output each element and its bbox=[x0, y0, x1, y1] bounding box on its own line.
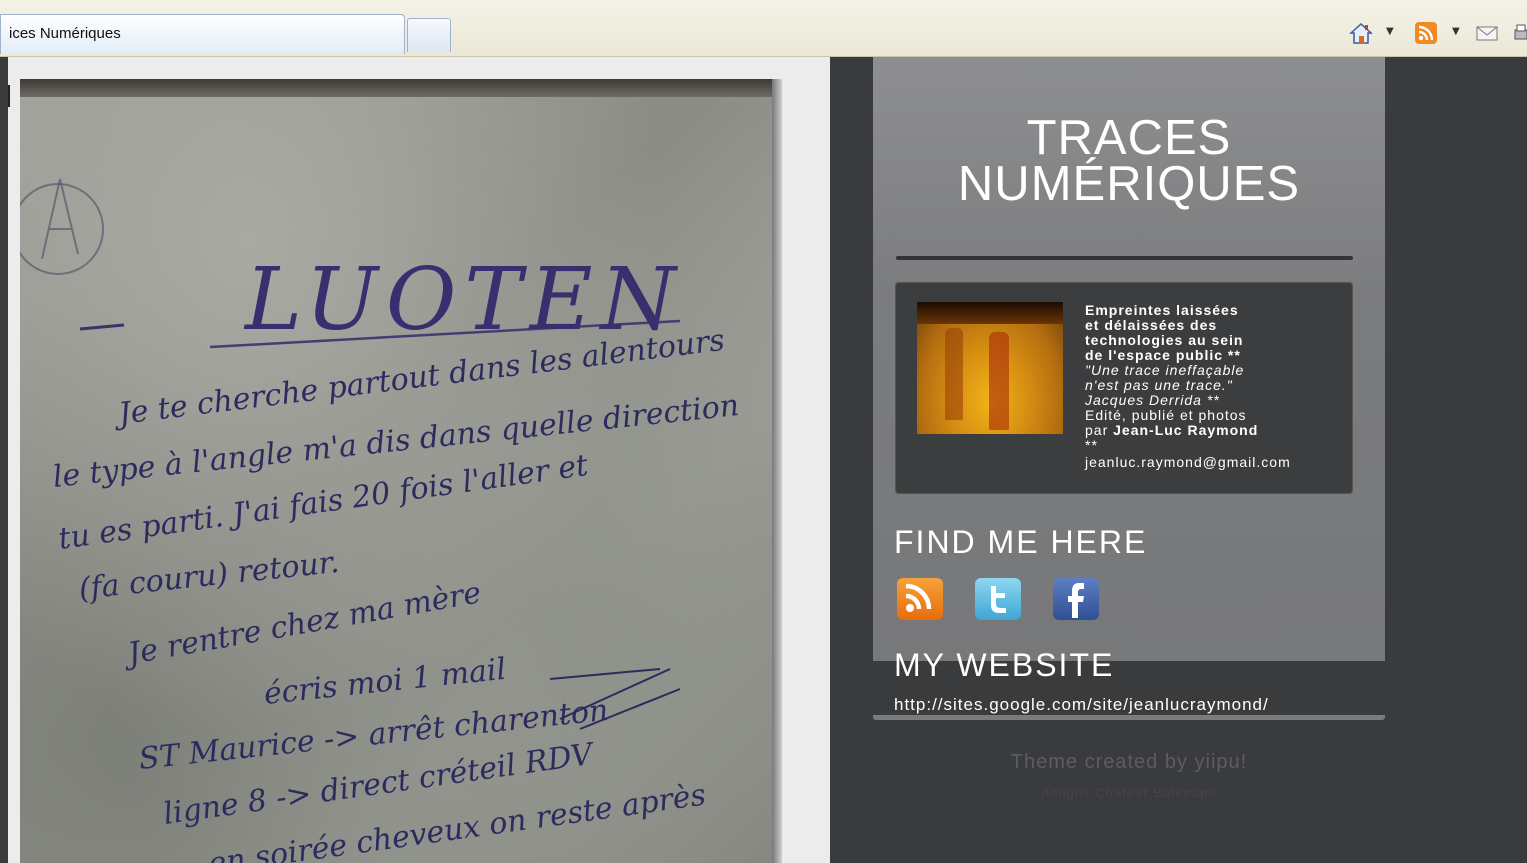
twitter-button[interactable] bbox=[975, 578, 1021, 620]
browser-tab-active[interactable]: ices Numériques bbox=[0, 14, 405, 54]
blog-title[interactable]: TRACES NUMÉRIQUES bbox=[873, 111, 1385, 211]
about-quote-author: Jacques Derrida ** bbox=[1085, 392, 1220, 408]
author-name: Jean-Luc Raymond bbox=[1113, 422, 1259, 438]
home-icon[interactable] bbox=[1348, 21, 1374, 45]
about-credit-author: par Jean-Luc Raymond bbox=[1085, 423, 1347, 438]
about-line: et délaissées des bbox=[1085, 317, 1218, 333]
title-divider bbox=[896, 256, 1353, 260]
find-me-heading: FIND ME HERE bbox=[894, 524, 1148, 560]
sidebar-region: TRACES NUMÉRIQUES Empreintes laissées et… bbox=[830, 57, 1527, 863]
feed-icon[interactable] bbox=[1414, 21, 1438, 45]
about-widget: Empreintes laissées et délaissées des te… bbox=[895, 282, 1353, 494]
about-text: Empreintes laissées et délaissées des te… bbox=[1085, 303, 1347, 470]
about-credit-prefix: par bbox=[1085, 422, 1114, 438]
twitter-icon bbox=[991, 586, 1006, 613]
about-quote: "Une trace ineffaçable bbox=[1085, 362, 1245, 378]
photo-sky bbox=[917, 302, 1063, 324]
about-stars: ** bbox=[1085, 437, 1098, 453]
facebook-button[interactable] bbox=[1053, 578, 1099, 620]
about-line: technologies au sein bbox=[1085, 332, 1244, 348]
tab-title: ices Numériques bbox=[9, 25, 121, 42]
post-photo[interactable]: LUOTEN Je te cherche partout dans les al… bbox=[20, 79, 782, 863]
theme-credit[interactable]: Theme created by yiipu! bbox=[873, 751, 1385, 774]
blog-title-line1: TRACES bbox=[1026, 111, 1232, 165]
sidebar-bottom-edge bbox=[873, 715, 1385, 720]
website-link[interactable]: http://sites.google.com/site/jeanlucraym… bbox=[894, 695, 1269, 715]
facebook-icon bbox=[1068, 583, 1084, 618]
about-line: Empreintes laissées bbox=[1085, 302, 1239, 318]
handwriting-drawing: LUOTEN Je te cherche partout dans les al… bbox=[20, 178, 741, 863]
author-email-link[interactable]: jeanluc.raymond@gmail.com bbox=[1085, 455, 1347, 470]
feed-dropdown-icon[interactable]: ▼ bbox=[1452, 26, 1464, 50]
author-shadow-photo bbox=[917, 302, 1063, 434]
mail-icon[interactable] bbox=[1476, 21, 1498, 45]
about-quote: n'est pas une trace." bbox=[1085, 377, 1233, 393]
about-credit: Edité, publié et photos bbox=[1085, 407, 1247, 423]
new-tab-button[interactable] bbox=[407, 18, 451, 52]
my-website-heading: MY WEBSITE bbox=[894, 647, 1115, 683]
browser-toolbar: ices Numériques ▼ ▼ bbox=[0, 0, 1527, 57]
photo-shadow-figure bbox=[989, 332, 1009, 430]
print-icon[interactable] bbox=[1513, 21, 1527, 45]
about-line: de l'espace public ** bbox=[1085, 347, 1241, 363]
text-cursor bbox=[8, 85, 10, 107]
photo-shadow-figure bbox=[945, 328, 963, 420]
theme-credit-links[interactable]: Amigos Chatear Batepapo bbox=[873, 785, 1385, 800]
post-content: LUOTEN Je te cherche partout dans les al… bbox=[8, 57, 830, 863]
handwriting-line: (fa couru) retour. bbox=[77, 545, 341, 607]
menu-strip bbox=[0, 0, 1527, 8]
rss-icon bbox=[905, 583, 932, 612]
handwriting-line: écris moi 1 mail bbox=[262, 652, 508, 712]
home-dropdown-icon[interactable]: ▼ bbox=[1386, 26, 1398, 50]
rss-button[interactable] bbox=[897, 578, 943, 620]
blog-title-line2: NUMÉRIQUES bbox=[957, 157, 1301, 211]
